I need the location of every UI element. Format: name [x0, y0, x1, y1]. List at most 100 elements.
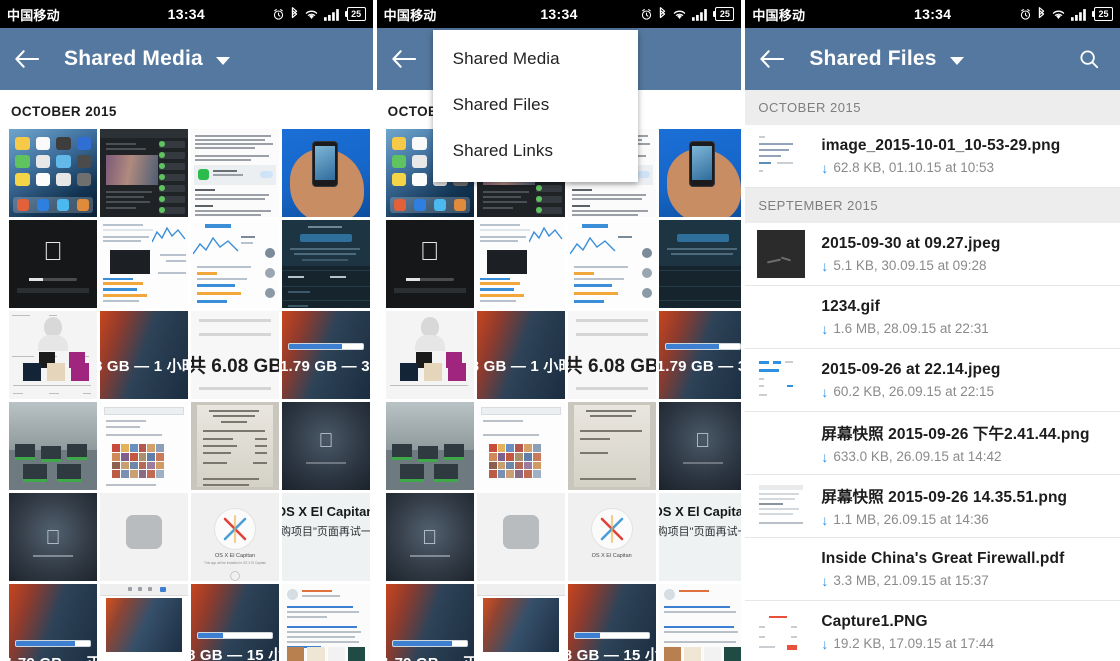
file-size-date: 1.1 MB, 26.09.15 at 14:36	[833, 512, 989, 527]
media-tile-yosemite-calculating[interactable]: 1.79 GB — 正在计	[385, 584, 474, 661]
media-tile-analytics[interactable]	[567, 220, 656, 308]
media-tile-yosemite-15hr[interactable]: 8 GB — 15 小时 34	[567, 584, 656, 661]
media-tile-ios-home[interactable]	[9, 129, 97, 217]
media-tile-apple-boot-grey[interactable]: 	[658, 402, 742, 490]
battery-icon: 25	[1092, 7, 1113, 21]
back-arrow-icon[interactable]	[391, 49, 435, 69]
file-subtitle: ↓ 60.2 KB, 26.09.15 at 22:15	[821, 384, 1000, 399]
media-tile-yosemite-3min[interactable]: 1.79 GB — 3 分钟	[282, 311, 370, 399]
status-icons: 25	[640, 7, 735, 21]
file-name: 2015-09-30 at 09.27.jpeg	[821, 235, 1001, 252]
chevron-down-icon[interactable]	[949, 56, 964, 65]
back-arrow-icon[interactable]	[14, 49, 58, 69]
overlay-text: 共 6.08 GB	[191, 356, 279, 377]
file-row[interactable]: 屏幕快照 2015-09-26 14.35.51.png ↓ 1.1 MB, 2…	[745, 475, 1120, 538]
media-tile-grey-blank[interactable]	[476, 493, 565, 581]
media-tile-apple-boot[interactable]: 	[9, 220, 97, 308]
bluetooth-icon	[658, 7, 667, 21]
file-subtitle: ↓ 633.0 KB, 26.09.15 at 14:42	[821, 449, 1089, 464]
media-tile-keynote-swatches[interactable]	[385, 311, 474, 399]
media-tile-el-capitan-installer[interactable]: OS X El Capitan	[567, 493, 656, 581]
file-row[interactable]: 2015-09-30 at 09.27.jpeg ↓ 5.1 KB, 30.09…	[745, 223, 1120, 286]
file-row[interactable]: pdf Inside China's Great Firewall.pdf ↓ …	[745, 538, 1120, 601]
media-tile-receipt[interactable]	[191, 402, 279, 490]
file-thumbnail	[757, 356, 806, 404]
media-tile-weibo[interactable]	[282, 584, 370, 661]
media-tile-tweetdeck[interactable]	[476, 220, 565, 308]
file-meta: image_2015-10-01_10-53-29.png ↓ 62.8 KB,…	[821, 137, 1060, 175]
back-arrow-icon[interactable]	[759, 49, 803, 69]
media-tile-dark-stats[interactable]	[658, 220, 742, 308]
page-title: Shared Media	[64, 47, 203, 70]
media-tile-hand-phone[interactable]	[658, 129, 742, 217]
file-size-date: 1.6 MB, 28.09.15 at 22:31	[833, 321, 989, 336]
overlay-text: 1.79 GB — 正在计	[9, 652, 97, 661]
signal-icon	[692, 8, 710, 21]
overlay-text: 购项目"页面再试一次。	[282, 526, 370, 538]
media-tile-yosemite-1hr[interactable]: 8 GB — 1 小时	[476, 311, 565, 399]
app-bar: Shared Media	[0, 28, 373, 90]
file-subtitle: ↓ 1.6 MB, 28.09.15 at 22:31	[821, 321, 988, 336]
media-tile-browser-grid[interactable]	[100, 402, 188, 490]
media-tile-el-capitan-error[interactable]: OS X El Capitan"失败 购项目"页面再试一次。	[282, 493, 370, 581]
media-tile-apple-logo-dark[interactable]: 	[9, 493, 97, 581]
media-tile-el-capitan-error[interactable]: OS X El Capitan"失败 购项目"页面再试一次。	[658, 493, 742, 581]
menu-item-shared-links[interactable]: Shared Links	[433, 128, 638, 174]
media-tile-yosemite-1hr[interactable]: 8 GB — 1 小时	[100, 311, 188, 399]
media-tile-keynote-swatches[interactable]	[9, 311, 97, 399]
media-tile-yosemite-calculating[interactable]: 1.79 GB — 正在计	[9, 584, 97, 661]
wifi-icon	[1051, 8, 1066, 21]
media-tile-grey-blank[interactable]	[100, 493, 188, 581]
file-row[interactable]: 2015-09-26 at 22.14.jpeg ↓ 60.2 KB, 26.0…	[745, 349, 1120, 412]
media-tile-dark-chat[interactable]	[100, 129, 188, 217]
apple-logo-icon: 	[420, 238, 440, 264]
progress-bar	[197, 632, 273, 639]
apple-logo-icon: 	[46, 527, 61, 550]
media-tile-el-capitan-screenshot[interactable]	[476, 584, 565, 661]
section-header-october: OCTOBER 2015	[745, 90, 1120, 125]
progress-bar	[573, 632, 650, 639]
view-mode-dropdown-menu[interactable]: Shared Media Shared Files Shared Links	[432, 30, 638, 182]
status-icons: 25	[1019, 7, 1113, 21]
media-tile-el-capitan-installer[interactable]: OS X El Capitan This app will be install…	[191, 493, 279, 581]
menu-item-shared-files[interactable]: Shared Files	[433, 82, 638, 128]
chevron-down-icon[interactable]	[215, 56, 230, 65]
alarm-icon	[1019, 8, 1032, 21]
media-tile-yosemite-15hr[interactable]: 8 GB — 15 小时 34	[191, 584, 279, 661]
file-row[interactable]: Capture1.PNG ↓ 19.2 KB, 17.09.15 at 17:4…	[745, 601, 1120, 661]
media-tile-office[interactable]	[9, 402, 97, 490]
media-tile-receipt[interactable]	[567, 402, 656, 490]
media-tile-total-size[interactable]: 共 6.08 GB	[567, 311, 656, 399]
media-tile-weibo[interactable]	[658, 584, 742, 661]
media-tile-apple-logo-dark[interactable]: 	[385, 493, 474, 581]
overlay-text: 共 6.08 GB	[567, 356, 656, 377]
file-subtitle: ↓ 62.8 KB, 01.10.15 at 10:53	[821, 160, 1060, 175]
menu-item-shared-media[interactable]: Shared Media	[433, 36, 638, 82]
file-row[interactable]: gif 1234.gif ↓ 1.6 MB, 28.09.15 at 22:31	[745, 286, 1120, 349]
media-tile-office[interactable]	[385, 402, 474, 490]
media-tile-total-size[interactable]: 共 6.08 GB	[191, 311, 279, 399]
file-thumbnail: pdf	[757, 545, 806, 593]
media-tile-yosemite-3min[interactable]: 1.79 GB — 3 分钟	[658, 311, 742, 399]
media-tile-analytics[interactable]	[191, 220, 279, 308]
media-tile-release-notes[interactable]	[191, 129, 279, 217]
status-bar: 中国移动 13:34 25	[376, 0, 742, 28]
file-meta: 2015-09-26 at 22.14.jpeg ↓ 60.2 KB, 26.0…	[821, 361, 1000, 399]
download-arrow-icon: ↓	[821, 511, 829, 528]
media-tile-apple-boot-grey[interactable]: 	[282, 402, 370, 490]
media-tile-hand-phone[interactable]	[282, 129, 370, 217]
media-tile-el-capitan-screenshot[interactable]	[100, 584, 188, 661]
media-tile-browser-grid[interactable]	[476, 402, 565, 490]
search-icon[interactable]	[1072, 48, 1106, 70]
media-tile-dark-stats[interactable]	[282, 220, 370, 308]
overlay-text: 8 GB — 15 小时 34	[567, 647, 656, 661]
overlay-text: OS X El Capitan"失败	[659, 504, 742, 519]
progress-bar	[664, 343, 741, 350]
file-row[interactable]: image_2015-10-01_10-53-29.png ↓ 62.8 KB,…	[745, 125, 1120, 188]
page-title: Shared Files	[809, 47, 937, 70]
file-row[interactable]: png 屏幕快照 2015-09-26 下午2.41.44.png ↓ 633.…	[745, 412, 1120, 475]
media-tile-tweetdeck[interactable]	[100, 220, 188, 308]
file-thumbnail: png	[757, 419, 806, 467]
status-icons: 25	[272, 7, 366, 21]
media-tile-apple-boot[interactable]: 	[385, 220, 474, 308]
